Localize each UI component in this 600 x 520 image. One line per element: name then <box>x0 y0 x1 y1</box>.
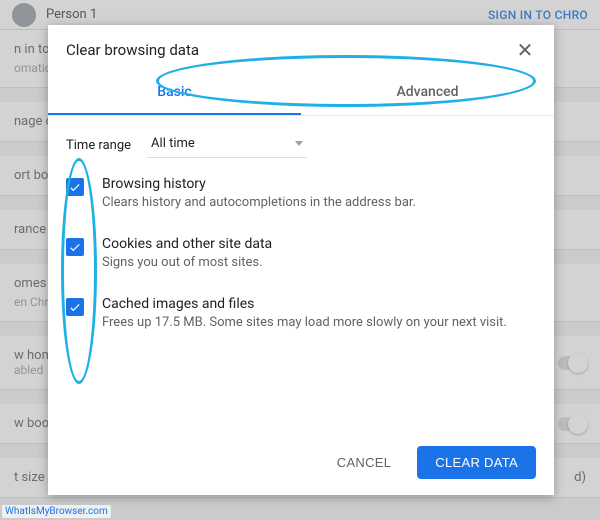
clear-data-button[interactable]: CLEAR DATA <box>417 446 536 479</box>
cancel-button[interactable]: CANCEL <box>319 446 410 479</box>
option-cached[interactable]: Cached images and files Frees up 17.5 MB… <box>66 296 536 330</box>
option-label: Cookies and other site data <box>102 236 272 252</box>
checkbox-checked-icon[interactable] <box>66 178 84 196</box>
option-label: Browsing history <box>102 176 416 192</box>
time-range-select[interactable]: All time <box>147 132 307 158</box>
tab-advanced[interactable]: Advanced <box>301 71 554 115</box>
option-desc: Signs you out of most sites. <box>102 255 272 270</box>
dropdown-caret-icon <box>295 141 303 146</box>
option-browsing-history[interactable]: Browsing history Clears history and auto… <box>66 176 536 210</box>
time-range-value: All time <box>151 136 195 151</box>
checkbox-checked-icon[interactable] <box>66 298 84 316</box>
time-range-label: Time range <box>66 138 131 153</box>
close-icon[interactable]: ✕ <box>514 39 536 61</box>
option-cookies[interactable]: Cookies and other site data Signs you ou… <box>66 236 536 270</box>
option-desc: Frees up 17.5 MB. Some sites may load mo… <box>102 315 507 330</box>
option-desc: Clears history and autocompletions in th… <box>102 195 416 210</box>
clear-browsing-data-dialog: Clear browsing data ✕ Basic Advanced Tim… <box>48 25 554 495</box>
checkbox-checked-icon[interactable] <box>66 238 84 256</box>
dialog-title: Clear browsing data <box>66 41 199 59</box>
option-label: Cached images and files <box>102 296 507 312</box>
tab-basic[interactable]: Basic <box>48 71 301 115</box>
watermark: WhatIsMyBrowser.com <box>2 505 111 518</box>
